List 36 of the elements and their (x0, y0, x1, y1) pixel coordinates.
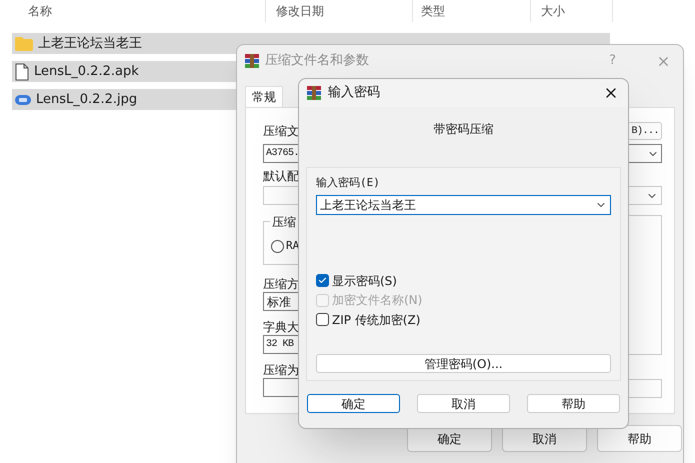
archive-app-icon (307, 86, 321, 100)
window-title: 压缩文件名和参数 (265, 52, 369, 70)
manage-passwords-button[interactable]: 管理密码(O)... (316, 354, 611, 372)
check-icon (318, 276, 327, 286)
field-label: 字典大 (263, 320, 299, 334)
dialog-heading: 带密码压缩 (434, 121, 494, 138)
field-label: 输入密码(E) (316, 175, 381, 191)
folder-icon (15, 36, 33, 50)
archive-app-icon (245, 54, 259, 68)
file-name: LensL_0.2.2.apk (34, 62, 139, 81)
column-header[interactable]: 修改日期 (276, 2, 324, 20)
checkbox-label: ZIP 传统加密(Z) (332, 312, 420, 329)
checkbox-label: 显示密码(S) (332, 272, 397, 290)
dialog-button[interactable]: 取消 (417, 394, 510, 413)
file-name: LensL_0.2.2.jpg (36, 90, 138, 109)
window-title: 输入密码 (328, 84, 380, 102)
checkbox[interactable] (316, 274, 329, 288)
field-label: 压缩文 (263, 123, 299, 140)
file-icon (15, 62, 29, 80)
field-label: 默认配 (263, 169, 299, 183)
column-header[interactable]: 名称 (28, 2, 52, 20)
field-label: 压缩为 (263, 363, 299, 377)
file-name: 上老王论坛当老王 (38, 34, 142, 53)
field-label: 压缩方 (263, 277, 299, 291)
checkbox[interactable] (316, 313, 329, 326)
radio-label: RA (286, 238, 300, 254)
column-header[interactable]: 大小 (541, 2, 565, 20)
dialog-button[interactable]: 帮助 (597, 425, 682, 452)
tab[interactable]: 常规 (245, 86, 283, 107)
dialog-button[interactable]: 帮助 (527, 394, 620, 413)
password-combo[interactable]: 上老王论坛当老王 (316, 195, 611, 215)
dialog-button[interactable]: 确定 (307, 394, 400, 413)
radio-button[interactable] (271, 240, 284, 253)
browse-button[interactable]: B)... (627, 122, 662, 140)
checkbox-label: 加密文件名称(N) (332, 292, 422, 310)
column-header[interactable]: 类型 (421, 2, 445, 20)
